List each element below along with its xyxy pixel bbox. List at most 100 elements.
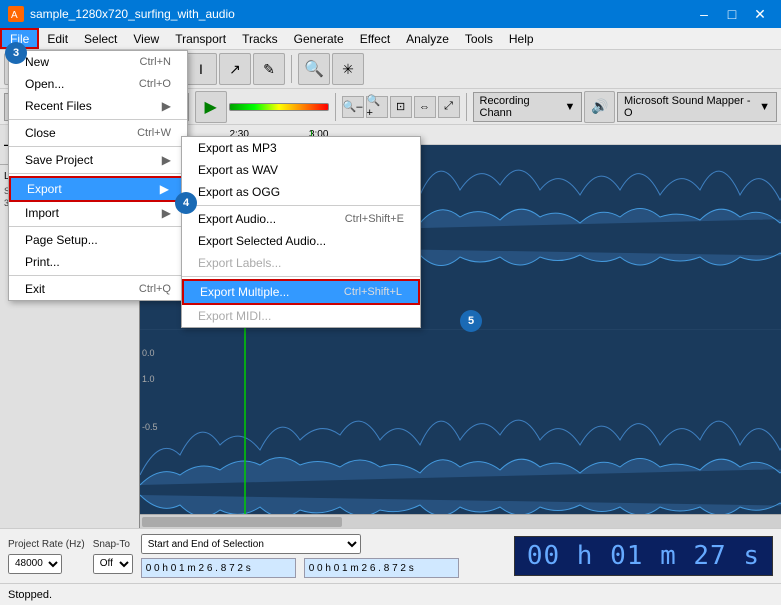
- submenu-export-wav[interactable]: Export as WAV: [182, 159, 420, 181]
- submenu-export-audio[interactable]: Export Audio... Ctrl+Shift+E: [182, 208, 420, 230]
- menu-item-print[interactable]: Print...: [9, 251, 187, 273]
- menu-sep-3: [9, 173, 187, 174]
- export-multiple-label: Export Multiple...: [200, 285, 289, 299]
- close-button[interactable]: ✕: [747, 4, 773, 24]
- export-audio-label: Export Audio...: [198, 212, 276, 226]
- maximize-button[interactable]: □: [719, 4, 745, 24]
- menu-item-export[interactable]: Export ▶: [9, 176, 187, 202]
- project-rate-label: Project Rate (Hz): [8, 539, 85, 550]
- minimize-button[interactable]: –: [691, 4, 717, 24]
- submenu-sep-2: [182, 276, 420, 277]
- project-rate-section: Project Rate (Hz) 48000 44100 22050: [8, 539, 85, 574]
- menu-item-open[interactable]: Open... Ctrl+O: [9, 73, 187, 95]
- menu-sep-5: [9, 275, 187, 276]
- menu-help[interactable]: Help: [501, 28, 542, 49]
- menu-item-save-project[interactable]: Save Project ▶: [9, 149, 187, 171]
- menu-sep-2: [9, 146, 187, 147]
- export-audio-shortcut: Ctrl+Shift+E: [345, 213, 404, 225]
- menu-item-exit[interactable]: Exit Ctrl+Q: [9, 278, 187, 300]
- submenu-export-ogg[interactable]: Export as OGG: [182, 181, 420, 203]
- menu-save-arrow: ▶: [162, 153, 171, 167]
- bottom-bar: Project Rate (Hz) 48000 44100 22050 Snap…: [0, 528, 781, 583]
- menu-recent-label: Recent Files: [25, 99, 92, 113]
- cursor-tool[interactable]: I: [185, 53, 217, 85]
- menu-select[interactable]: Select: [76, 28, 125, 49]
- snap-to-label: Snap-To: [93, 539, 133, 550]
- menu-close-shortcut: Ctrl+W: [137, 127, 171, 139]
- menu-item-page-setup[interactable]: Page Setup...: [9, 229, 187, 251]
- zoom-toggle-button[interactable]: ⇔: [414, 96, 436, 118]
- selection-end-input[interactable]: [304, 558, 459, 578]
- app-icon: A: [8, 6, 24, 22]
- menu-analyze[interactable]: Analyze: [398, 28, 457, 49]
- export-multiple-shortcut: Ctrl+Shift+L: [344, 286, 402, 298]
- submenu-export-selected[interactable]: Export Selected Audio...: [182, 230, 420, 252]
- menu-import-label: Import: [25, 206, 59, 220]
- selection-tool[interactable]: ↗: [219, 53, 251, 85]
- menu-item-recent[interactable]: Recent Files ▶: [9, 95, 187, 117]
- toolbar-separator-4: [335, 93, 336, 121]
- menu-tools[interactable]: Tools: [457, 28, 501, 49]
- export-submenu: Export as MP3 Export as WAV Export as OG…: [181, 136, 421, 328]
- speaker-icon[interactable]: 🔊: [584, 91, 615, 123]
- menu-tracks[interactable]: Tracks: [234, 28, 286, 49]
- window-controls: – □ ✕: [691, 4, 773, 24]
- title-bar: A sample_1280x720_surfing_with_audio – □…: [0, 0, 781, 28]
- menu-close-label: Close: [25, 126, 56, 140]
- star-tool[interactable]: ✳: [332, 53, 364, 85]
- menu-export-arrow: ▶: [160, 182, 169, 196]
- menu-effect[interactable]: Effect: [352, 28, 398, 49]
- menu-view[interactable]: View: [125, 28, 167, 49]
- submenu-export-mp3[interactable]: Export as MP3: [182, 137, 420, 159]
- file-menu-dropdown: New Ctrl+N Open... Ctrl+O Recent Files ▶…: [8, 50, 188, 301]
- selection-mode-select[interactable]: Start and End of Selection: [141, 534, 361, 554]
- submenu-export-multiple[interactable]: Export Multiple... Ctrl+Shift+L: [182, 279, 420, 305]
- zoom-in-tool[interactable]: 🔍: [298, 53, 330, 85]
- menu-item-import[interactable]: Import ▶: [9, 202, 187, 224]
- menu-new-shortcut: Ctrl+N: [140, 56, 171, 68]
- menu-page-setup-label: Page Setup...: [25, 233, 98, 247]
- selection-start-input[interactable]: [141, 558, 296, 578]
- window-title: sample_1280x720_surfing_with_audio: [30, 7, 691, 21]
- zoom-controls: 🔍– 🔍+ ⊡ ⇔ ⤢: [342, 96, 460, 118]
- menu-transport[interactable]: Transport: [167, 28, 234, 49]
- project-rate-select[interactable]: 48000 44100 22050: [8, 554, 62, 574]
- time-display: 00 h 01 m 27 s: [514, 536, 773, 576]
- play-green-button[interactable]: ▶: [195, 91, 227, 123]
- step-3-indicator: 3: [5, 42, 27, 64]
- recording-channel-dropdown[interactable]: Recording Chann ▼: [473, 92, 583, 122]
- menu-open-shortcut: Ctrl+O: [139, 78, 171, 90]
- menu-sep-1: [9, 119, 187, 120]
- status-bar: Stopped.: [0, 583, 781, 605]
- output-device-dropdown[interactable]: Microsoft Sound Mapper - O ▼: [617, 92, 777, 122]
- submenu-sep-1: [182, 205, 420, 206]
- menu-save-project-label: Save Project: [25, 153, 93, 167]
- svg-text:A: A: [11, 10, 18, 21]
- zoom-tool[interactable]: ✎: [253, 53, 285, 85]
- zoom-expand-button[interactable]: ⤢: [438, 96, 460, 118]
- snap-to-section: Snap-To Off On: [93, 539, 133, 574]
- submenu-export-labels: Export Labels...: [182, 252, 420, 274]
- waveform-label-b-0-5: -0.5: [142, 422, 158, 432]
- dropdown-arrow-icon: ▼: [564, 101, 575, 113]
- submenu-export-midi: Export MIDI...: [182, 305, 420, 327]
- zoom-out-button[interactable]: 🔍–: [342, 96, 364, 118]
- snap-to-select[interactable]: Off On: [93, 554, 133, 574]
- export-wav-label: Export as WAV: [198, 163, 278, 177]
- export-mp3-label: Export as MP3: [198, 141, 277, 155]
- horizontal-scrollbar[interactable]: [140, 514, 781, 528]
- menu-bar: File Edit Select View Transport Tracks G…: [0, 28, 781, 50]
- menu-item-close[interactable]: Close Ctrl+W: [9, 122, 187, 144]
- level-meter: [229, 103, 329, 111]
- waveform-label-b-top-1: 1.0: [142, 374, 155, 384]
- step-4-indicator: 4: [175, 192, 197, 214]
- menu-generate[interactable]: Generate: [286, 28, 352, 49]
- menu-item-new[interactable]: New Ctrl+N: [9, 51, 187, 73]
- zoom-fit-button[interactable]: ⊡: [390, 96, 412, 118]
- scrollbar-thumb[interactable]: [142, 517, 342, 527]
- zoom-in-button[interactable]: 🔍+: [366, 96, 388, 118]
- menu-print-label: Print...: [25, 255, 60, 269]
- recording-channel-label: Recording Chann: [480, 95, 561, 119]
- menu-edit[interactable]: Edit: [39, 28, 76, 49]
- menu-sep-4: [9, 226, 187, 227]
